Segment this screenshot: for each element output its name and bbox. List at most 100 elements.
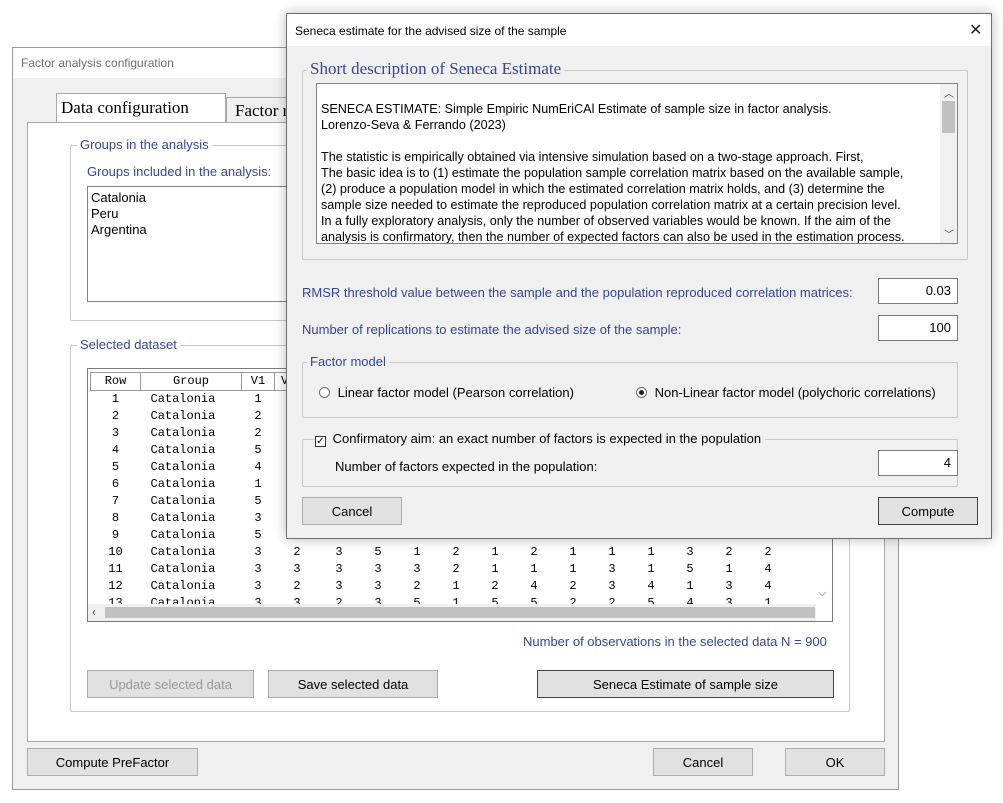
chevron-up-icon[interactable]: ︿	[944, 85, 954, 100]
table-cell: 2	[725, 545, 733, 559]
table-cell: 2	[764, 545, 772, 559]
dialog-title: Seneca estimate for the advised size of …	[295, 24, 567, 38]
table-cell: 3	[293, 562, 301, 576]
table-cell: 1	[569, 545, 577, 559]
table-cell: 3	[413, 562, 421, 576]
description-line: The statistic is empirically obtained vi…	[321, 150, 864, 164]
table-cell: 3	[725, 579, 733, 593]
replications-label: Number of replications to estimate the a…	[302, 322, 682, 337]
table-cell: 3	[686, 545, 694, 559]
description-line: SENECA ESTIMATE: Simple Empiric NumEriCA…	[321, 102, 832, 116]
observations-count: Number of observations in the selected d…	[523, 634, 827, 649]
table-cell: 1	[111, 392, 120, 406]
table-cell: 2	[254, 409, 262, 423]
table-cell: Catalonia	[150, 579, 216, 593]
table-cell: Catalonia	[150, 426, 216, 440]
description-line: sample size needed to estimate the repro…	[321, 198, 901, 212]
ok-button[interactable]: OK	[785, 748, 885, 776]
factors-expected-label: Number of factors expected in the popula…	[335, 459, 598, 474]
update-selected-data-button[interactable]: Update selected data	[87, 670, 254, 698]
list-item[interactable]: Peru	[91, 206, 118, 221]
table-row[interactable]: 11 Catalonia 3 3 3 3 3 2 1 1 1 3 1 5 1 4	[91, 561, 788, 578]
column-header[interactable]: Row	[90, 372, 141, 391]
table-cell: 2	[569, 579, 577, 593]
chevron-left-icon[interactable]: ‹	[92, 605, 96, 619]
cancel-button[interactable]: Cancel	[653, 748, 753, 776]
factors-expected-value: 4	[943, 455, 951, 470]
list-item[interactable]: Catalonia	[91, 190, 146, 205]
table-cell: 11	[108, 562, 123, 576]
factors-expected-input[interactable]: 4	[878, 450, 958, 476]
table-cell: 3	[254, 562, 262, 576]
tab-label: Factor r	[235, 101, 289, 120]
table-cell: 1	[647, 562, 655, 576]
confirmatory-label: Confirmatory aim: an exact number of fac…	[332, 431, 762, 446]
description-text: SENECA ESTIMATE: Simple Empiric NumEriCA…	[321, 101, 905, 243]
dialog-cancel-button[interactable]: Cancel	[302, 497, 402, 525]
table-row[interactable]: 12 Catalonia 3 2 3 3 2 1 2 4 2 3 4 1 3 4	[91, 578, 788, 595]
table-cell: 5	[254, 443, 262, 457]
table-cell: 7	[111, 494, 120, 508]
table-cell: 6	[111, 477, 120, 491]
description-vertical-scrollbar[interactable]: ︿ ﹀	[940, 84, 957, 243]
tab-data-configuration[interactable]: Data configuration	[56, 93, 226, 123]
table-cell: Catalonia	[150, 477, 216, 491]
chevron-down-icon[interactable]: ﹀	[944, 226, 954, 241]
confirmatory-checkbox[interactable]: ✓ Confirmatory aim: an exact number of f…	[315, 431, 766, 447]
table-cell: 4	[764, 562, 772, 576]
table-cell: 10	[108, 545, 123, 559]
dataset-horizontal-scrollbar[interactable]: ‹	[88, 604, 816, 621]
table-cell: 1	[530, 562, 538, 576]
replications-input[interactable]: 100	[878, 315, 958, 341]
table-cell: Catalonia	[150, 460, 216, 474]
table-cell: Catalonia	[150, 443, 216, 457]
table-cell: 9	[111, 528, 120, 542]
compute-prefactor-button[interactable]: Compute PreFactor	[27, 748, 198, 776]
table-cell: 1	[452, 579, 460, 593]
column-header[interactable]: V1	[241, 372, 275, 391]
table-cell: 4	[764, 579, 772, 593]
table-cell: 4	[111, 443, 120, 457]
table-cell: Catalonia	[150, 545, 216, 559]
table-cell: 3	[335, 579, 343, 593]
linear-model-radio[interactable]: Linear factor model (Pearson correlation…	[319, 385, 574, 400]
table-cell: 4	[530, 579, 538, 593]
scroll-thumb[interactable]	[942, 101, 955, 133]
table-cell: 8	[111, 511, 120, 525]
table-cell: Catalonia	[150, 409, 216, 423]
seneca-estimate-button[interactable]: Seneca Estimate of sample size	[537, 670, 834, 698]
scroll-thumb[interactable]	[105, 607, 815, 618]
close-icon[interactable]: ✕	[969, 20, 982, 40]
seneca-dialog: Seneca estimate for the advised size of …	[286, 13, 992, 539]
rmsr-input[interactable]: 0.03	[878, 278, 958, 304]
table-cell: Catalonia	[150, 528, 216, 542]
column-header[interactable]: Group	[140, 372, 242, 391]
groups-included-label: Groups included in the analysis:	[87, 164, 272, 179]
description-textbox[interactable]: SENECA ESTIMATE: Simple Empiric NumEriCA…	[316, 83, 958, 244]
nonlinear-model-radio[interactable]: Non-Linear factor model (polychoric corr…	[636, 385, 936, 400]
table-cell: 2	[452, 545, 460, 559]
linear-model-label: Linear factor model (Pearson correlation…	[337, 385, 574, 400]
table-cell: 3	[608, 579, 616, 593]
chevron-down-icon[interactable]: ⌵	[818, 587, 826, 600]
table-cell: 2	[293, 545, 301, 559]
table-cell: 5	[686, 562, 694, 576]
table-cell: 1	[608, 545, 616, 559]
table-cell: 1	[725, 562, 733, 576]
compute-button[interactable]: Compute	[878, 497, 978, 525]
table-cell: 3	[254, 545, 262, 559]
table-cell: 2	[111, 409, 120, 423]
groups-listbox[interactable]: Catalonia Peru Argentina	[87, 186, 307, 302]
table-row[interactable]: 10 Catalonia 3 2 3 5 1 2 1 2 1 1 1 3 2 2	[91, 544, 788, 561]
list-item[interactable]: Argentina	[91, 222, 147, 237]
table-cell: 3	[254, 511, 262, 525]
dataset-legend: Selected dataset	[77, 337, 180, 352]
table-cell: 12	[108, 579, 123, 593]
table-cell: 1	[686, 579, 694, 593]
description-line: (2) produce a population model in which …	[321, 182, 885, 196]
table-cell: 1	[254, 392, 262, 406]
table-cell: 3	[254, 579, 262, 593]
table-cell: 2	[293, 579, 301, 593]
save-selected-data-button[interactable]: Save selected data	[268, 670, 438, 698]
table-cell: Catalonia	[150, 494, 216, 508]
